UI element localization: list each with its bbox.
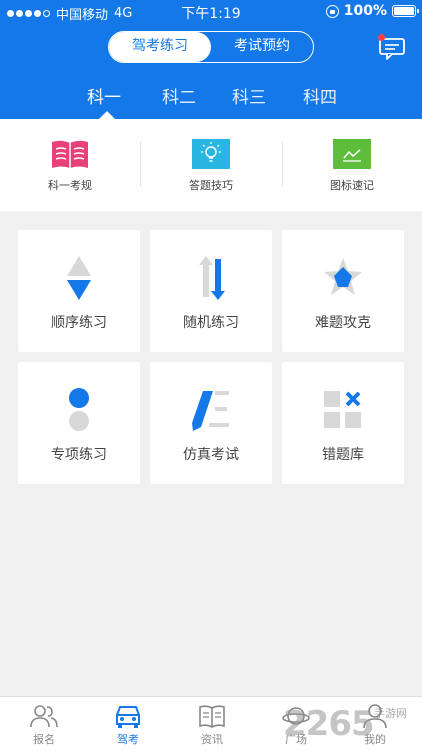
subject-tabs: 科一 科二 科三 科四 bbox=[0, 83, 422, 119]
nav-item-profile[interactable]: 我的 bbox=[333, 697, 417, 751]
active-tab-indicator bbox=[99, 111, 115, 119]
nav-item-driving[interactable]: 驾考 bbox=[86, 697, 170, 751]
tab-subject-4[interactable]: 科四 bbox=[303, 83, 337, 108]
planet-icon bbox=[282, 707, 310, 725]
nav-item-news[interactable]: 资讯 bbox=[170, 697, 254, 751]
divider bbox=[282, 141, 283, 187]
open-book-icon bbox=[199, 705, 225, 728]
tab-subject-2[interactable]: 科二 bbox=[162, 83, 196, 108]
bottom-nav: 报名 驾考 资讯 广场 我的 bbox=[0, 696, 422, 751]
nav-label: 我的 bbox=[364, 733, 386, 746]
quick-link-label: 答题技巧 bbox=[189, 179, 233, 192]
shuffle-arrows-icon bbox=[199, 256, 225, 300]
nav-label: 报名 bbox=[33, 733, 55, 746]
book-icon bbox=[52, 140, 88, 168]
message-button[interactable] bbox=[378, 34, 406, 60]
mode-label: 专项练习 bbox=[51, 447, 107, 463]
mode-label: 难题攻克 bbox=[315, 315, 371, 331]
mode-random[interactable]: 随机练习 bbox=[150, 230, 272, 352]
mode-label: 仿真考试 bbox=[183, 447, 239, 463]
mode-topic[interactable]: 专项练习 bbox=[18, 362, 140, 484]
pen-lines-icon bbox=[192, 391, 229, 431]
mode-hard-questions[interactable]: 难题攻克 bbox=[282, 230, 404, 352]
mode-mock-exam[interactable]: 仿真考试 bbox=[150, 362, 272, 484]
grid-x-icon bbox=[324, 391, 361, 428]
rotation-lock-icon bbox=[325, 4, 339, 18]
nav-item-square[interactable]: 广场 bbox=[254, 697, 338, 751]
mode-label: 顺序练习 bbox=[51, 315, 107, 331]
mode-wrong-questions[interactable]: 错题库 bbox=[282, 362, 404, 484]
status-right: 100% bbox=[325, 3, 419, 19]
person-icon bbox=[363, 704, 387, 729]
star-icon bbox=[324, 258, 362, 295]
chart-icon bbox=[333, 139, 371, 169]
battery-icon bbox=[392, 5, 419, 17]
mode-segment: 驾考练习 考试预约 bbox=[108, 31, 314, 63]
nav-label: 资讯 bbox=[201, 733, 223, 746]
mode-sequential[interactable]: 顺序练习 bbox=[18, 230, 140, 352]
status-bar: 中国移动 4G 下午1:19 100% bbox=[0, 0, 422, 24]
quick-link-signs[interactable]: 图标速记 bbox=[292, 119, 412, 211]
lightbulb-icon bbox=[192, 139, 230, 169]
quick-link-rules[interactable]: 科一考规 bbox=[10, 119, 130, 211]
app-header: 中国移动 4G 下午1:19 100% 驾考练习 考试预约 科一 科二 科三 科… bbox=[0, 0, 422, 119]
nav-label: 广场 bbox=[285, 733, 307, 746]
tab-subject-3[interactable]: 科三 bbox=[232, 83, 266, 108]
nav-label: 驾考 bbox=[117, 733, 139, 746]
quick-link-label: 图标速记 bbox=[330, 179, 374, 192]
battery-percent: 100% bbox=[343, 3, 387, 19]
segment-booking[interactable]: 考试预约 bbox=[211, 32, 313, 62]
quick-link-label: 科一考规 bbox=[48, 179, 92, 192]
mode-label: 随机练习 bbox=[183, 315, 239, 331]
quick-links: 科一考规 答题技巧 图标速记 bbox=[0, 119, 422, 211]
tab-subject-1[interactable]: 科一 bbox=[87, 83, 121, 108]
mode-label: 错题库 bbox=[322, 447, 364, 463]
people-icon bbox=[30, 705, 58, 728]
segment-practice[interactable]: 驾考练习 bbox=[109, 32, 211, 62]
quick-link-tips[interactable]: 答题技巧 bbox=[151, 119, 271, 211]
nav-item-signup[interactable]: 报名 bbox=[2, 697, 86, 751]
divider bbox=[140, 141, 141, 187]
car-icon bbox=[116, 706, 140, 728]
order-arrows-icon bbox=[67, 256, 91, 300]
dots-stack-icon bbox=[69, 388, 89, 431]
notification-dot bbox=[378, 34, 385, 41]
